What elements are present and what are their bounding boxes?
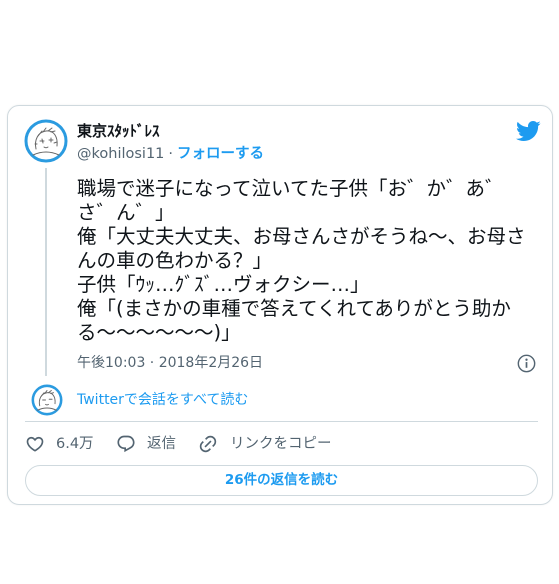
tweet-text-line: んの車の色わかる？」: [77, 249, 273, 272]
read-conversation-link[interactable]: Twitterで会話をすべて読む: [77, 390, 248, 410]
thread-line: [45, 168, 47, 376]
tweet-text-line: 俺「(まさかの車種で答えてくれてありがとう助か: [77, 297, 511, 320]
reply-label[interactable]: 返信: [147, 434, 176, 454]
twitter-bird-icon[interactable]: [515, 120, 541, 142]
tweet-text-line: 子供「ｳｯ…ｸﾞｽﾞ…ヴォクシー…」: [77, 273, 370, 296]
like-count[interactable]: 6.4万: [56, 434, 94, 454]
tweet-text-line: 職場で迷子になって泣いてた子供「お゛か゛あ゛: [77, 177, 505, 200]
read-replies-button[interactable]: 26件の返信を読む: [25, 465, 538, 496]
reply-icon[interactable]: [116, 434, 136, 454]
conversation-avatar[interactable]: [31, 384, 63, 416]
link-icon[interactable]: [198, 434, 218, 454]
tweet-text: 職場で迷子になって泣いてた子供「お゛か゛あ゛ さ゛ん゛」 俺「大丈夫大丈夫、お母…: [77, 177, 526, 345]
author-handle-row: @kohilosi11 · フォローする: [77, 144, 264, 164]
tweet-text-line: さ゛ん゛」: [77, 201, 175, 224]
copy-link-label[interactable]: リンクをコピー: [230, 434, 332, 454]
embedded-tweet-card: 東京ｽﾀｯﾄﾞﾚｽ @kohilosi11 · フォローする 職場で迷子になって泣い…: [7, 105, 553, 505]
info-icon[interactable]: [517, 354, 536, 373]
divider: [25, 421, 538, 422]
tweet-timestamp[interactable]: 午後10:03 · 2018年2月26日: [77, 353, 263, 373]
follow-link[interactable]: フォローする: [177, 146, 264, 162]
heart-icon[interactable]: [25, 434, 45, 454]
author-handle[interactable]: @kohilosi11: [77, 146, 164, 162]
avatar[interactable]: [24, 119, 68, 163]
tweet-text-line: 俺「大丈夫大丈夫、お母さんさがそうね～、お母さ: [77, 225, 526, 248]
handle-separator: ·: [168, 146, 174, 162]
author-name[interactable]: 東京ｽﾀｯﾄﾞﾚｽ: [77, 121, 160, 141]
tweet-text-line: る～～～～～～)」: [77, 321, 241, 344]
